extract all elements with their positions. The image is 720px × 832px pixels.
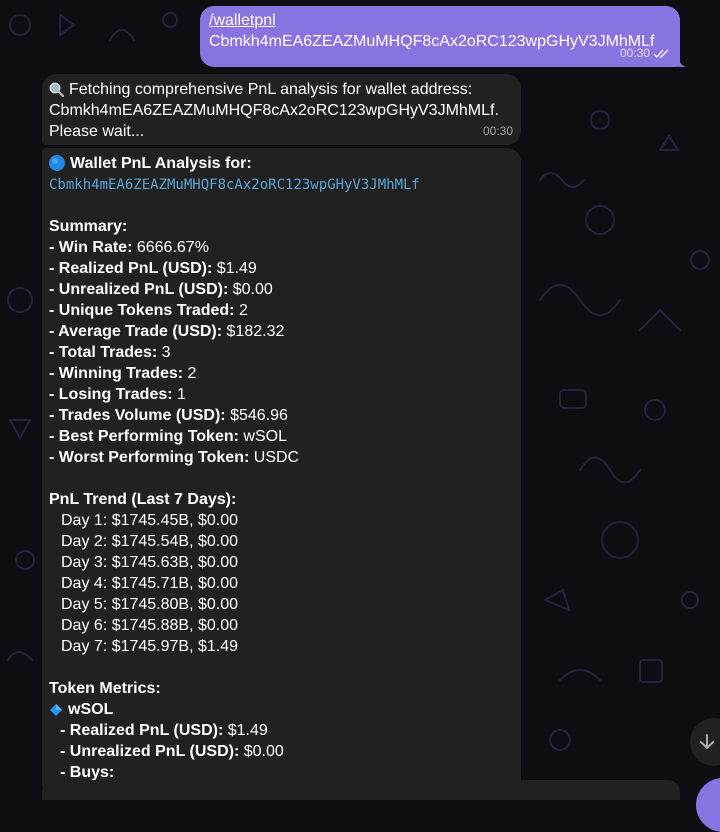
fetching-status-message: Fetching comprehensive PnL analysis for … — [42, 74, 521, 145]
blue-circle-icon — [49, 155, 65, 171]
summary-item: - Trades Volume (USD): $546.96 — [49, 407, 288, 424]
outgoing-wallet-address: Cbmkh4mEA6ZEAZMuMHQF8cAx2oRC123wpGHyV3JM… — [209, 33, 655, 50]
summary-item: - Total Trades: 3 — [49, 344, 171, 361]
token-name: wSOL — [68, 701, 114, 718]
double-check-icon — [653, 48, 669, 58]
summary-item: - Win Rate: 6666.67% — [49, 239, 209, 256]
trend-item: Day 3: $1745.63B, $0.00 — [61, 554, 239, 571]
trend-item: Day 4: $1745.71B, $0.00 — [61, 575, 239, 592]
summary-item: - Realized PnL (USD): $1.49 — [49, 260, 257, 277]
magnifier-icon — [49, 82, 64, 97]
summary-item: - Winning Trades: 2 — [49, 365, 197, 382]
arrow-down-icon — [700, 734, 714, 749]
fetching-address: Cbmkh4mEA6ZEAZMuMHQF8cAx2oRC123wpGHyV3JM… — [49, 102, 499, 119]
summary-item: - Average Trade (USD): $182.32 — [49, 323, 285, 340]
pnl-analysis-message: Wallet PnL Analysis for: Cbmkh4mEA6ZEAZM… — [42, 148, 521, 787]
summary-item: - Unrealized PnL (USD): $0.00 — [49, 281, 273, 298]
blue-diamond-icon — [50, 704, 62, 716]
message-meta: 00:30 — [620, 43, 671, 64]
summary-item: - Best Performing Token: wSOL — [49, 428, 287, 445]
trend-item: Day 5: $1745.80B, $0.00 — [61, 596, 239, 613]
message-time: 00:30 — [482, 124, 513, 138]
outgoing-bubble-tail — [678, 57, 688, 67]
trend-item: Day 2: $1745.54B, $0.00 — [61, 533, 239, 550]
message-time: 00:30 — [619, 46, 650, 60]
token-metric-item: - Unrealized PnL (USD): $0.00 — [60, 743, 284, 760]
summary-item: - Losing Trades: 1 — [49, 386, 186, 403]
analysis-header: Wallet PnL Analysis for: — [70, 155, 252, 172]
trend-item: Day 6: $1745.88B, $0.00 — [61, 617, 239, 634]
token-metric-list: - Realized PnL (USD): $1.49 - Unrealized… — [49, 720, 513, 783]
please-wait-text: Please wait... — [49, 123, 145, 140]
summary-list: - Win Rate: 6666.67% - Realized PnL (USD… — [49, 237, 513, 468]
token-metrics-title: Token Metrics: — [49, 680, 161, 697]
fetching-text: Fetching comprehensive PnL analysis for … — [69, 81, 473, 98]
message-composer[interactable] — [42, 780, 680, 800]
pnl-trend-list: Day 1: $1745.45B, $0.00 Day 2: $1745.54B… — [49, 510, 513, 657]
summary-item: - Unique Tokens Traded: 2 — [49, 302, 248, 319]
trend-item: Day 1: $1745.45B, $0.00 — [61, 512, 239, 529]
outgoing-command-message: /walletpnl Cbmkh4mEA6ZEAZMuMHQF8cAx2oRC1… — [200, 6, 680, 67]
token-metric-item: - Realized PnL (USD): $1.49 — [60, 722, 268, 739]
summary-item: - Worst Performing Token: USDC — [49, 449, 300, 466]
pnl-trend-title: PnL Trend (Last 7 Days): — [49, 491, 237, 508]
analysis-wallet-address[interactable]: Cbmkh4mEA6ZEAZMuMHQF8cAx2oRC123wpGHyV3JM… — [49, 177, 420, 193]
summary-title: Summary: — [49, 218, 128, 235]
trend-item: Day 7: $1745.97B, $1.49 — [61, 638, 239, 655]
walletpnl-command-link[interactable]: /walletpnl — [209, 12, 276, 29]
